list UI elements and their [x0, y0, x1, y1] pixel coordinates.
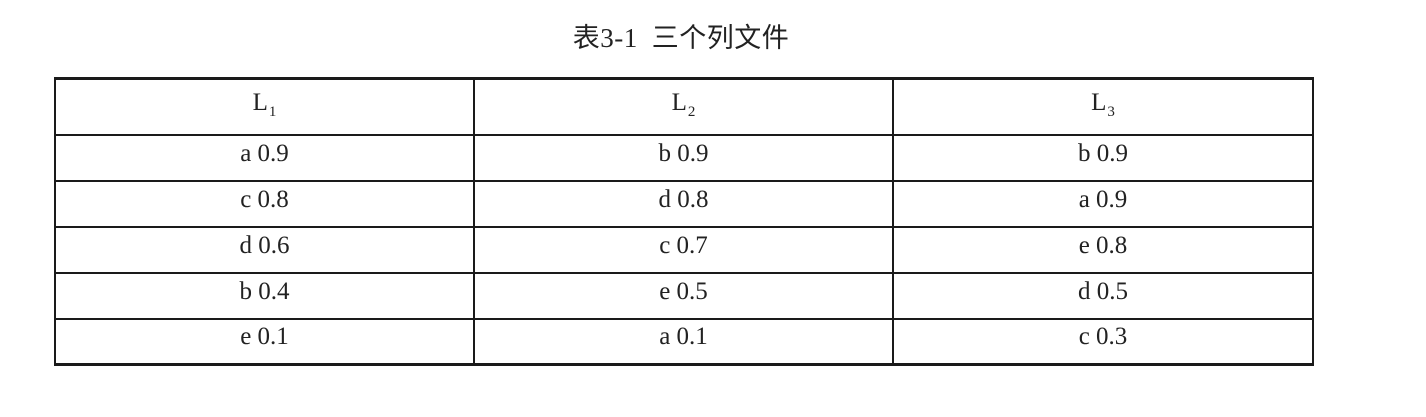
table-caption: 表3-1 三个列文件: [0, 20, 1362, 56]
table-header-row: L1 L2 L3: [54, 77, 1314, 136]
table-row: b 0.4 e 0.5 d 0.5: [54, 271, 1314, 320]
data-table: L1 L2 L3 a 0.9 b 0.9 b 0.9 c 0.8 d 0.8 a…: [54, 77, 1314, 366]
table-row: c 0.8 d 0.8 a 0.9: [54, 179, 1314, 228]
table-cell: c 0.3: [892, 317, 1314, 366]
table-cell: b 0.9: [892, 133, 1314, 182]
table-cell: e 0.8: [892, 225, 1314, 274]
column-header-subscript: 2: [687, 103, 696, 120]
table-cell: b 0.4: [54, 271, 475, 320]
column-header-base: L: [671, 88, 687, 116]
table-cell: c 0.7: [473, 225, 894, 274]
column-header-subscript: 1: [268, 103, 277, 120]
column-header-l1: L1: [54, 77, 475, 136]
table-row: e 0.1 a 0.1 c 0.3: [54, 317, 1314, 366]
table-row: d 0.6 c 0.7 e 0.8: [54, 225, 1314, 274]
column-header-l3: L3: [892, 77, 1314, 136]
table-cell: a 0.9: [54, 133, 475, 182]
table-cell: d 0.6: [54, 225, 475, 274]
column-header-l2: L2: [473, 77, 894, 136]
table-caption-number: 表3-1: [572, 23, 638, 53]
table-cell: d 0.8: [473, 179, 894, 228]
table-cell: a 0.9: [892, 179, 1314, 228]
table-cell: a 0.1: [473, 317, 894, 366]
table-cell: c 0.8: [54, 179, 475, 228]
table-cell: b 0.9: [473, 133, 894, 182]
table-cell: e 0.1: [54, 317, 475, 366]
column-header-base: L: [1091, 88, 1107, 116]
table-cell: d 0.5: [892, 271, 1314, 320]
column-header-subscript: 3: [1107, 103, 1115, 120]
table-cell: e 0.5: [473, 271, 894, 320]
table-caption-text: 三个列文件: [651, 23, 790, 53]
column-header-base: L: [252, 88, 268, 116]
table-row: a 0.9 b 0.9 b 0.9: [54, 133, 1314, 182]
